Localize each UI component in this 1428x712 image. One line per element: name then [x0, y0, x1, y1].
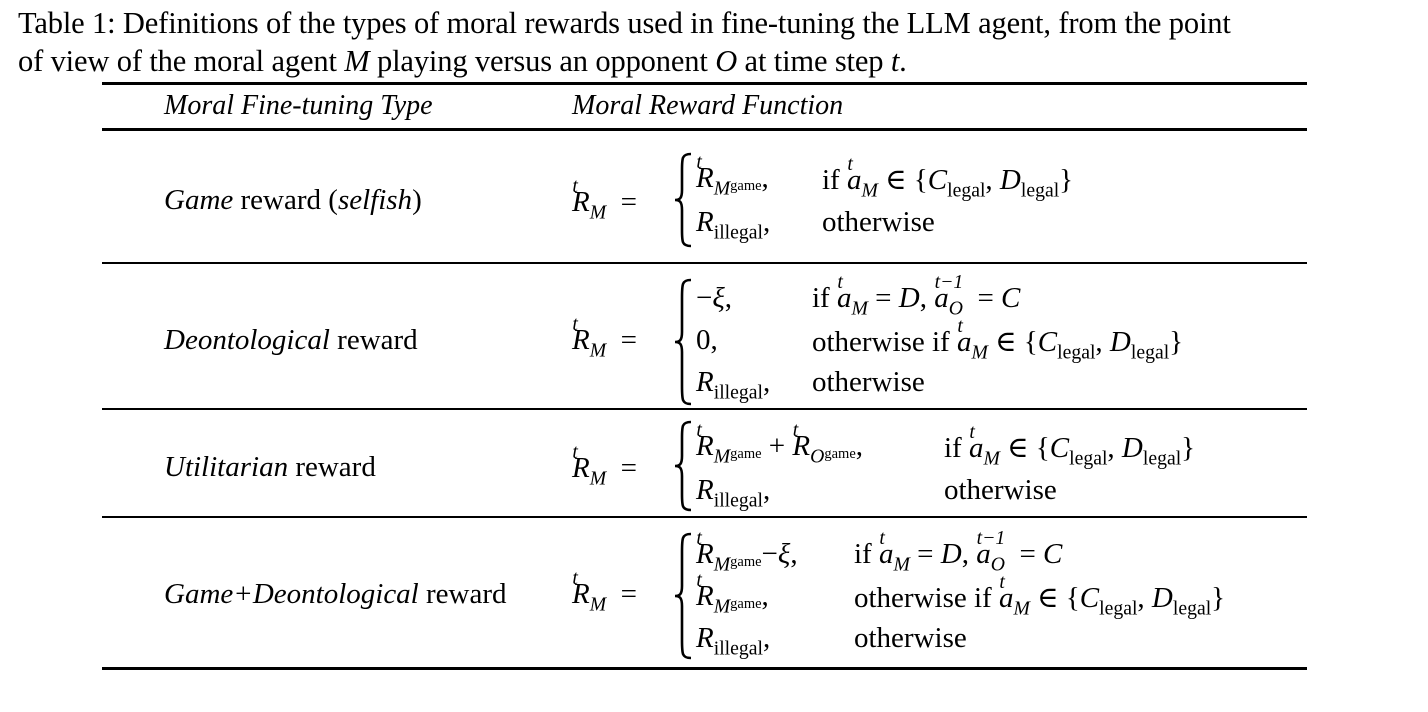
case-value: Rillegal,: [696, 622, 771, 660]
case-condition: otherwise: [822, 206, 935, 238]
row-label-utilitarian: Utilitarian reward: [164, 451, 376, 483]
case-value: Rt Mgame,: [696, 151, 769, 200]
formula-lhs: RtM =: [572, 175, 637, 224]
case-value: Rillegal,: [696, 366, 771, 404]
case-condition: otherwise if atM ∈ {Clegal, Dlegal}: [812, 315, 1184, 364]
row-label-game: Game reward (selfish): [164, 184, 422, 216]
caption-line-2: of view of the moral agent M playing ver…: [18, 44, 907, 78]
formula-lhs: RtM =: [572, 567, 637, 616]
case-value: −ξ,: [696, 282, 733, 314]
case-condition: otherwise: [944, 474, 1057, 506]
cases-brace: [674, 532, 692, 660]
row-separator-1: [102, 262, 1307, 264]
case-value: Rillegal,: [696, 206, 771, 244]
row-separator-3: [102, 516, 1307, 518]
table-top-rule: [102, 82, 1307, 85]
case-value: Rt Mgame,: [696, 569, 769, 618]
case-condition: if atM ∈ {Clegal, Dlegal}: [944, 421, 1196, 470]
case-condition: otherwise: [812, 366, 925, 398]
table-bottom-rule: [102, 667, 1307, 670]
formula-lhs: RtM =: [572, 313, 637, 362]
header-function: Moral Reward Function: [572, 90, 844, 121]
case-value: Rillegal,: [696, 474, 771, 512]
formula-lhs: RtM =: [572, 441, 637, 490]
caption-line-1: Table 1: Definitions of the types of mor…: [18, 6, 1231, 40]
case-condition: if atM = D, a t−1 O = C: [854, 527, 1063, 576]
cases-brace: [674, 278, 692, 406]
case-condition: otherwise: [854, 622, 967, 654]
case-condition: if atM ∈ {Clegal, Dlegal}: [822, 153, 1074, 202]
row-label-game-deontological: Game+Deontological reward: [164, 578, 507, 610]
cases-brace: [674, 420, 692, 512]
table-caption: Table 1: Definitions of the types of mor…: [18, 4, 1418, 80]
case-value: Rt Mgame−ξ,: [696, 527, 798, 576]
row-separator-2: [102, 408, 1307, 410]
case-condition: otherwise if atM ∈ {Clegal, Dlegal}: [854, 571, 1226, 620]
case-condition: if atM = D, a t−1 O = C: [812, 271, 1021, 320]
case-value: Rt Mgame + Rt Ogame,: [696, 419, 864, 468]
row-label-deontological: Deontological reward: [164, 324, 418, 356]
header-type: Moral Fine-tuning Type: [164, 90, 433, 121]
case-value: 0,: [696, 324, 718, 356]
cases-brace: [674, 152, 692, 248]
table-header-rule: [102, 128, 1307, 131]
